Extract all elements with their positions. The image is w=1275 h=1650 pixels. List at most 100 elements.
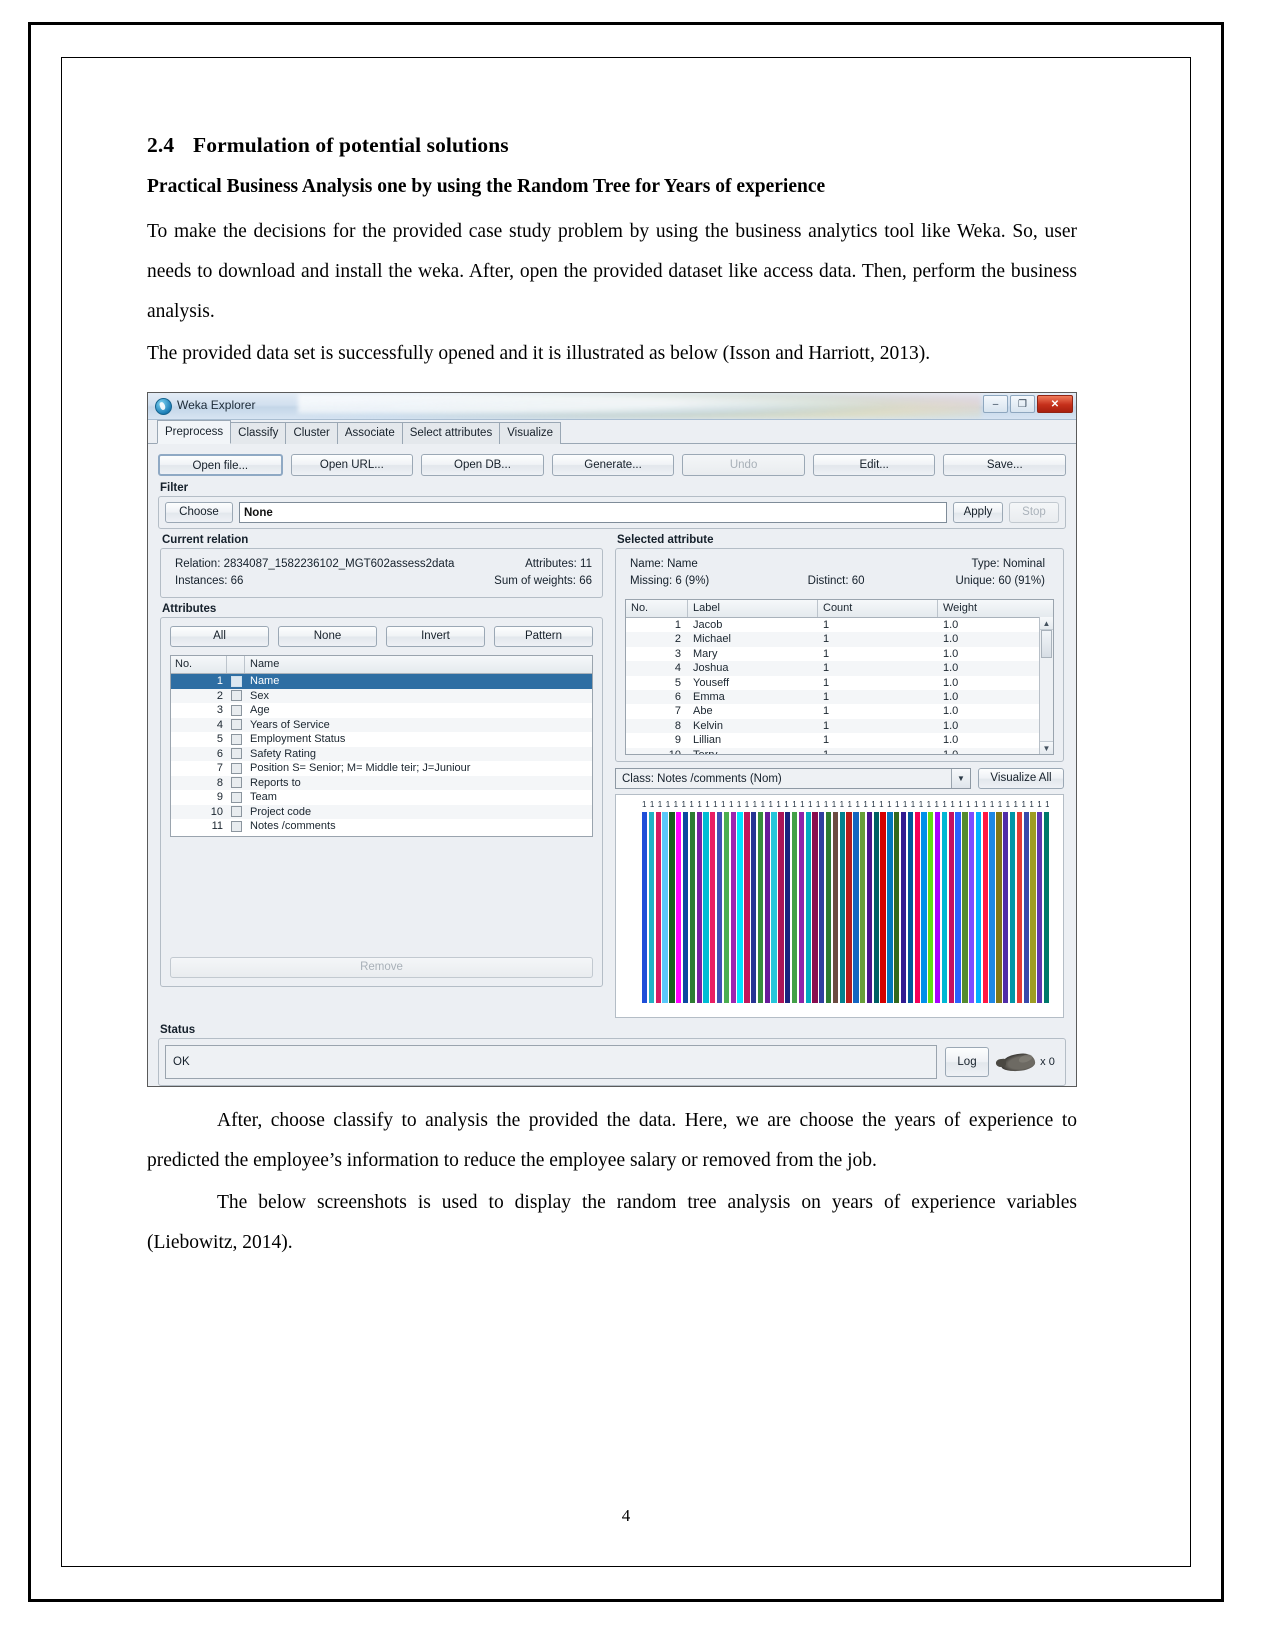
row-name: Years of Service <box>250 718 330 731</box>
table-row[interactable]: 6 Safety Rating <box>171 746 592 762</box>
minimize-button[interactable]: – <box>983 395 1008 413</box>
invert-selection-button[interactable]: Invert <box>386 626 485 647</box>
attribute-histogram[interactable]: 1111111111111111111111111111111111111111… <box>615 794 1064 1018</box>
table-row[interactable]: 1 Name <box>171 674 592 689</box>
table-row[interactable]: 10 Terry 1 1.0 <box>626 747 1053 755</box>
close-button[interactable]: ✕ <box>1037 395 1073 413</box>
table-row[interactable]: 10 Project code <box>171 804 592 820</box>
tab-classify[interactable]: Classify <box>230 422 287 444</box>
open-url-button[interactable]: Open URL... <box>290 454 414 476</box>
chevron-down-icon[interactable]: ▼ <box>951 769 970 788</box>
table-row[interactable]: 9 Lillian 1 1.0 <box>626 733 1053 748</box>
edit-button[interactable]: Edit... <box>812 454 936 476</box>
table-row[interactable]: 8 Reports to <box>171 775 592 791</box>
tab-visualize[interactable]: Visualize <box>499 422 562 444</box>
visualize-all-button[interactable]: Visualize All <box>978 768 1064 789</box>
table-row[interactable]: 1 Jacob 1 1.0 <box>626 618 1053 633</box>
open-file-button[interactable]: Open file... <box>158 454 283 476</box>
row-label: Joshua <box>693 662 729 675</box>
histogram-bar <box>1003 812 1009 1003</box>
pattern-button[interactable]: Pattern <box>494 626 593 647</box>
row-count: 1 <box>823 633 830 646</box>
histogram-bar <box>778 812 784 1003</box>
document-content: 2.4 Formulation of potential solutions Pr… <box>147 133 1077 1265</box>
table-row[interactable]: 5 Employment Status <box>171 732 592 747</box>
table-row[interactable]: 2 Michael 1 1.0 <box>626 632 1053 647</box>
histogram-bar <box>819 812 825 1003</box>
row-checkbox[interactable] <box>227 703 245 718</box>
histogram-bar <box>866 812 873 1003</box>
table-row[interactable]: 3 Mary 1 1.0 <box>626 646 1053 662</box>
row-no: 4 <box>216 718 223 731</box>
row-checkbox[interactable] <box>227 819 245 834</box>
log-button[interactable]: Log <box>945 1047 989 1077</box>
table-row[interactable]: 7 Position S= Senior; M= Middle teir; J=J… <box>171 761 592 776</box>
row-checkbox[interactable] <box>227 761 245 776</box>
open-db-button[interactable]: Open DB... <box>421 454 544 476</box>
table-row[interactable]: 5 Youseff 1 1.0 <box>626 675 1053 690</box>
labels-table[interactable]: No. Label Count Weight 1 Jacob 1 1.0 2 Michae… <box>625 599 1054 755</box>
attributes-label: Attributes: <box>525 558 577 570</box>
row-weight: 1.0 <box>943 748 959 755</box>
tab-cluster[interactable]: Cluster <box>285 422 338 444</box>
save-button[interactable]: Save... <box>943 454 1067 476</box>
row-checkbox[interactable] <box>227 747 245 762</box>
histogram-bar <box>812 812 818 1003</box>
table-row[interactable]: 4 Joshua 1 1.0 <box>626 661 1053 676</box>
row-checkbox[interactable] <box>227 674 245 689</box>
table-row[interactable]: 2 Sex <box>171 688 592 704</box>
row-name: Team <box>250 791 277 803</box>
histogram-bar <box>723 812 730 1003</box>
labels-table-header: No. Label Count Weight <box>626 600 1053 618</box>
tab-preprocess[interactable]: Preprocess <box>157 420 232 444</box>
histogram-bar <box>648 812 655 1003</box>
scroll-down-arrow-icon[interactable]: ▼ <box>1040 741 1053 754</box>
histogram-bar <box>825 812 832 1003</box>
row-weight: 1.0 <box>943 719 959 732</box>
histogram-bar-labels: 1111111111111111111111111111111111111111… <box>642 800 1049 809</box>
histogram-bar <box>894 812 900 1003</box>
table-row[interactable]: 6 Emma 1 1.0 <box>626 689 1053 705</box>
table-row[interactable]: 9 Team <box>171 790 592 805</box>
row-checkbox[interactable] <box>227 776 245 791</box>
task-count: x 0 <box>1040 1056 1055 1068</box>
row-weight: 1.0 <box>943 705 959 718</box>
maximize-button[interactable]: ❐ <box>1010 395 1035 413</box>
undo-button: Undo <box>682 454 805 476</box>
row-checkbox[interactable] <box>227 689 245 704</box>
select-all-button[interactable]: All <box>170 626 269 647</box>
labels-col-no: No. <box>626 600 688 617</box>
row-name: Safety Rating <box>250 747 317 760</box>
scroll-up-arrow-icon[interactable]: ▲ <box>1040 617 1053 630</box>
table-row[interactable]: 4 Years of Service <box>171 717 592 733</box>
row-name: Age <box>250 704 270 716</box>
select-none-button[interactable]: None <box>278 626 377 647</box>
table-row[interactable]: 8 Kelvin 1 1.0 <box>626 718 1053 734</box>
row-weight: 1.0 <box>943 690 959 703</box>
filter-choose-button[interactable]: Choose <box>165 502 233 523</box>
scrollbar-thumb[interactable] <box>1041 630 1052 658</box>
class-dropdown[interactable]: Class: Notes /comments (Nom) ▼ <box>615 768 971 789</box>
row-checkbox[interactable] <box>227 732 245 747</box>
row-checkbox[interactable] <box>227 718 245 733</box>
attributes-table[interactable]: No. Name 1 Name 2 Sex 3 Age 4 Years of Service 5… <box>170 655 593 837</box>
attributes-group: Attributes All None Invert Pattern No. N… <box>160 603 603 987</box>
tab-associate[interactable]: Associate <box>336 422 403 444</box>
generate-button[interactable]: Generate... <box>551 454 675 476</box>
table-row[interactable]: 3 Age <box>171 703 592 718</box>
table-row[interactable]: 11 Notes /comments <box>171 819 592 834</box>
row-checkbox[interactable] <box>227 805 245 820</box>
histogram-bar <box>1030 812 1036 1003</box>
row-no: 3 <box>216 704 223 716</box>
row-checkbox[interactable] <box>227 790 245 805</box>
labels-table-scrollbar[interactable]: ▲ ▼ <box>1039 617 1053 754</box>
histogram-bar <box>846 812 852 1003</box>
tab-select-attributes[interactable]: Select attributes <box>401 422 501 444</box>
table-row[interactable]: 7 Abe 1 1.0 <box>626 704 1053 719</box>
attributes-table-header: No. Name <box>171 656 592 674</box>
filter-apply-button[interactable]: Apply <box>953 502 1003 523</box>
attributes-col-check <box>227 656 245 673</box>
row-label: Terry <box>693 748 718 755</box>
window-controls: – ❐ ✕ <box>983 395 1073 413</box>
filter-value-field[interactable]: None <box>239 502 947 523</box>
